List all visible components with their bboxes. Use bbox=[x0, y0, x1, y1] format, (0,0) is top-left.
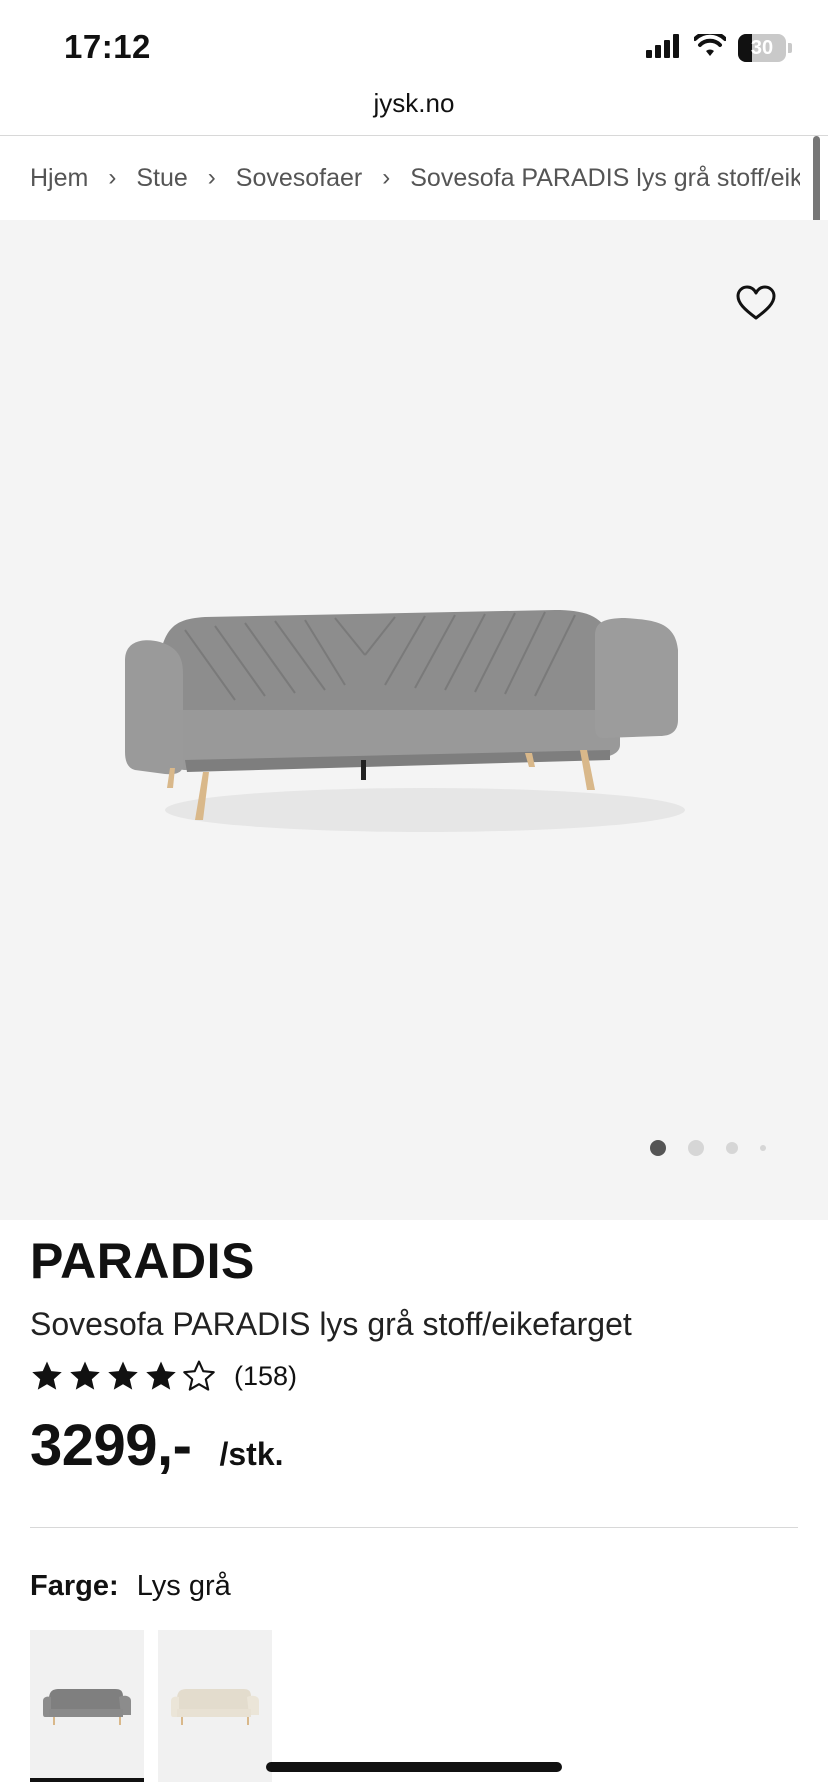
carousel-dot[interactable] bbox=[726, 1142, 738, 1154]
divider bbox=[30, 1527, 798, 1528]
star-filled-icon bbox=[108, 1361, 138, 1390]
battery-nub bbox=[788, 43, 792, 53]
rating-stars bbox=[30, 1359, 216, 1393]
battery-icon: 30 bbox=[738, 34, 786, 62]
color-swatches bbox=[30, 1630, 272, 1782]
sofa-thumbnail-grey bbox=[43, 1689, 131, 1725]
color-selector-label: Farge: Lys grå bbox=[30, 1570, 231, 1603]
color-swatch-beige[interactable] bbox=[158, 1630, 272, 1782]
sofa-thumbnail-beige bbox=[171, 1689, 259, 1725]
star-filled-icon bbox=[70, 1361, 100, 1390]
home-indicator[interactable] bbox=[266, 1762, 562, 1772]
product-rating[interactable]: (158) bbox=[30, 1356, 297, 1396]
product-gallery[interactable] bbox=[0, 220, 828, 1220]
star-filled-icon bbox=[146, 1361, 176, 1390]
url-bar[interactable]: jysk.no bbox=[0, 88, 828, 136]
review-count[interactable]: (158) bbox=[234, 1361, 297, 1392]
battery-level: 30 bbox=[750, 36, 774, 59]
star-empty-icon bbox=[183, 1360, 215, 1391]
status-icons: 30 bbox=[646, 30, 792, 63]
product-price: 3299,- bbox=[30, 1413, 192, 1478]
breadcrumb-current: Sovesofa PARADIS lys grå stoff/eikefarge… bbox=[410, 163, 800, 192]
breadcrumb-sovesofaer[interactable]: Sovesofaer bbox=[236, 164, 362, 193]
price-row: 3299,- /stk. bbox=[30, 1412, 284, 1479]
price-unit: /stk. bbox=[219, 1436, 284, 1472]
breadcrumb-home[interactable]: Hjem bbox=[30, 164, 88, 193]
url-text: jysk.no bbox=[373, 88, 455, 118]
signal-icon bbox=[646, 33, 682, 63]
chevron-right-icon: › bbox=[108, 164, 117, 191]
wifi-icon bbox=[693, 30, 727, 63]
color-value: Lys grå bbox=[136, 1570, 231, 1602]
color-swatch-lys-gra[interactable] bbox=[30, 1630, 144, 1782]
favorite-button[interactable] bbox=[732, 280, 780, 328]
carousel-dot[interactable] bbox=[760, 1145, 766, 1151]
carousel-dot[interactable] bbox=[688, 1140, 704, 1156]
carousel-dots[interactable] bbox=[650, 1140, 766, 1156]
status-bar: 17:12 30 bbox=[0, 0, 828, 96]
status-time: 17:12 bbox=[64, 28, 151, 65]
color-label: Farge: bbox=[30, 1570, 119, 1602]
product-brand: PARADIS bbox=[30, 1233, 255, 1289]
product-title: Sovesofa PARADIS lys grå stoff/eikefarge… bbox=[30, 1306, 632, 1342]
sofa-product-image bbox=[125, 610, 685, 832]
breadcrumb-stue[interactable]: Stue bbox=[136, 164, 187, 193]
breadcrumb: Hjem › Stue › Sovesofaer › Sovesofa PARA… bbox=[0, 136, 800, 220]
star-filled-icon bbox=[32, 1361, 62, 1390]
chevron-right-icon: › bbox=[382, 164, 391, 191]
heart-icon bbox=[736, 285, 776, 324]
carousel-dot[interactable] bbox=[650, 1140, 666, 1156]
chevron-right-icon: › bbox=[207, 164, 216, 191]
